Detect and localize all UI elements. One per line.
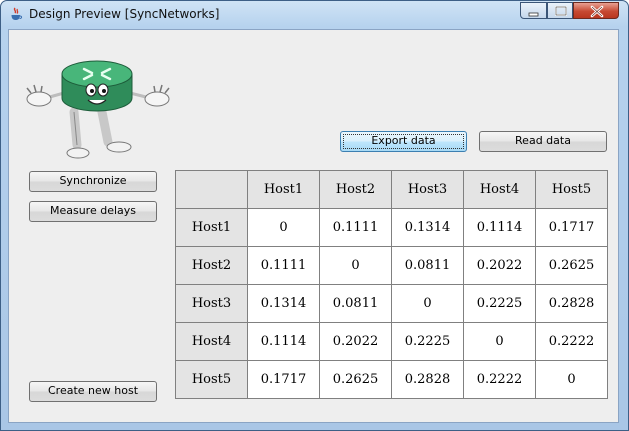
read-data-label: Read data [515,134,571,147]
table-cell[interactable]: 0.2828 [391,360,464,399]
create-new-host-label: Create new host [47,384,139,397]
row-header[interactable]: Host3 [175,284,248,323]
app-window: Design Preview [SyncNetworks] Export dat… [0,0,629,431]
measure-delays-button[interactable]: Measure delays [29,201,157,222]
focus-indicator [343,134,464,149]
table-cell[interactable]: 0.1717 [535,208,608,247]
row-header[interactable]: Host2 [175,246,248,285]
table-cell[interactable]: 0.0811 [319,284,392,323]
table-cell[interactable]: 0 [463,322,536,361]
java-app-icon [11,7,23,20]
minimize-icon [528,12,539,17]
table-row: Host4 0.1114 0.2022 0.2225 0 0.2222 [175,322,608,361]
table-cell[interactable]: 0.1111 [247,246,320,285]
column-header[interactable]: Host1 [247,170,320,209]
delay-matrix-table: Host1 Host2 Host3 Host4 Host5 Host1 0 0.… [175,170,608,399]
table-cell[interactable]: 0.1111 [319,208,392,247]
table-cell[interactable]: 0.2625 [319,360,392,399]
table-cell[interactable]: 0.2225 [391,322,464,361]
column-header[interactable]: Host5 [535,170,608,209]
maximize-button[interactable] [547,2,573,19]
table-cell[interactable]: 0.2625 [535,246,608,285]
synchronize-button[interactable]: Synchronize [29,171,157,192]
close-button[interactable] [573,2,619,19]
window-title: Design Preview [SyncNetworks] [29,7,220,21]
table-row: Host3 0.1314 0.0811 0 0.2225 0.2828 [175,284,608,323]
router-mascot-icon [26,60,170,159]
table-cell[interactable]: 0.1114 [463,208,536,247]
export-data-button[interactable]: Export data [340,131,467,152]
table-cell[interactable]: 0.1717 [247,360,320,399]
table-cell[interactable]: 0.1114 [247,322,320,361]
table-cell[interactable]: 0 [319,246,392,285]
minimize-button[interactable] [520,2,547,19]
table-row: Host1 0 0.1111 0.1314 0.1114 0.1717 [175,208,608,247]
table-row: Host2 0.1111 0 0.0811 0.2022 0.2625 [175,246,608,285]
table-cell[interactable]: 0.2022 [463,246,536,285]
table-header-row: Host1 Host2 Host3 Host4 Host5 [175,170,608,209]
table-cell[interactable]: 0.2022 [319,322,392,361]
row-header[interactable]: Host1 [175,208,248,247]
table-cell[interactable]: 0.2225 [463,284,536,323]
read-data-button[interactable]: Read data [479,131,607,152]
column-header[interactable]: Host4 [463,170,536,209]
content-panel: Export data Read data Synchronize Measur… [8,29,619,423]
table-cell[interactable]: 0.2828 [535,284,608,323]
column-header[interactable]: Host2 [319,170,392,209]
close-icon [590,5,604,18]
table-corner-cell [175,170,248,209]
table-cell[interactable]: 0.2222 [463,360,536,399]
title-bar[interactable]: Design Preview [SyncNetworks] [1,1,628,27]
measure-delays-label: Measure delays [49,204,137,217]
table-row: Host5 0.1717 0.2625 0.2828 0.2222 0 [175,360,608,399]
create-new-host-button[interactable]: Create new host [29,381,157,402]
row-header[interactable]: Host4 [175,322,248,361]
table-cell[interactable]: 0 [391,284,464,323]
row-header[interactable]: Host5 [175,360,248,399]
maximize-icon [555,6,567,16]
table-cell[interactable]: 0 [535,360,608,399]
table-cell[interactable]: 0.2222 [535,322,608,361]
table-cell[interactable]: 0.0811 [391,246,464,285]
synchronize-label: Synchronize [59,174,127,187]
table-cell[interactable]: 0.1314 [391,208,464,247]
column-header[interactable]: Host3 [391,170,464,209]
table-cell[interactable]: 0 [247,208,320,247]
table-cell[interactable]: 0.1314 [247,284,320,323]
